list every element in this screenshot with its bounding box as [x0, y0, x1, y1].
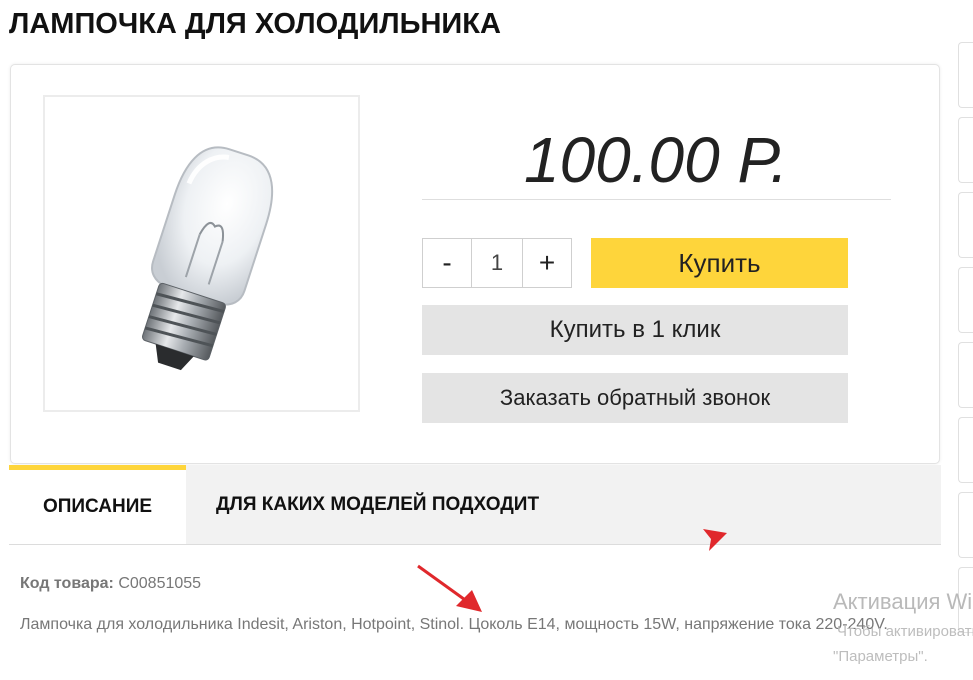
side-tab[interactable]: [958, 342, 973, 408]
watermark-title: Активация Windows: [833, 589, 973, 614]
side-tab[interactable]: [958, 567, 973, 633]
product-code-value: C00851055: [118, 575, 202, 592]
price-divider: [422, 199, 891, 200]
quantity-decrease-button[interactable]: -: [423, 239, 471, 287]
annotation-arrow-icon: [417, 564, 482, 612]
side-tab[interactable]: [958, 42, 973, 108]
annotation-arrowhead-icon: [703, 529, 727, 551]
side-panel-strip: [958, 0, 973, 680]
product-card: 100.00 Р. - 1 + Купить Купить в 1 клик З…: [10, 64, 940, 464]
quantity-increase-button[interactable]: +: [523, 239, 571, 287]
side-tab[interactable]: [958, 117, 973, 183]
product-tabs: ОПИСАНИЕ ДЛЯ КАКИХ МОДЕЛЕЙ ПОДХОДИТ: [9, 465, 941, 545]
refrigerator-bulb-icon: [141, 146, 274, 371]
quantity-stepper: - 1 +: [422, 238, 572, 288]
quantity-input[interactable]: 1: [471, 239, 523, 287]
tab-compatible-models[interactable]: ДЛЯ КАКИХ МОДЕЛЕЙ ПОДХОДИТ: [216, 465, 539, 544]
side-tab[interactable]: [958, 417, 973, 483]
product-image[interactable]: [43, 95, 360, 412]
side-tab[interactable]: [958, 267, 973, 333]
side-tab[interactable]: [958, 192, 973, 258]
buy-one-click-button[interactable]: Купить в 1 клик: [422, 305, 848, 355]
product-code: Код товара: C00851055: [20, 575, 201, 593]
tab-description[interactable]: ОПИСАНИЕ: [9, 465, 186, 544]
product-code-label: Код товара:: [20, 575, 114, 592]
watermark-text: "Параметры".: [833, 648, 928, 665]
side-tab[interactable]: [958, 492, 973, 558]
order-callback-button[interactable]: Заказать обратный звонок: [422, 373, 848, 423]
page-title: ЛАМПОЧКА ДЛЯ ХОЛОДИЛЬНИКА: [9, 8, 501, 40]
buy-button[interactable]: Купить: [591, 238, 848, 288]
product-price: 100.00 Р.: [523, 124, 789, 196]
